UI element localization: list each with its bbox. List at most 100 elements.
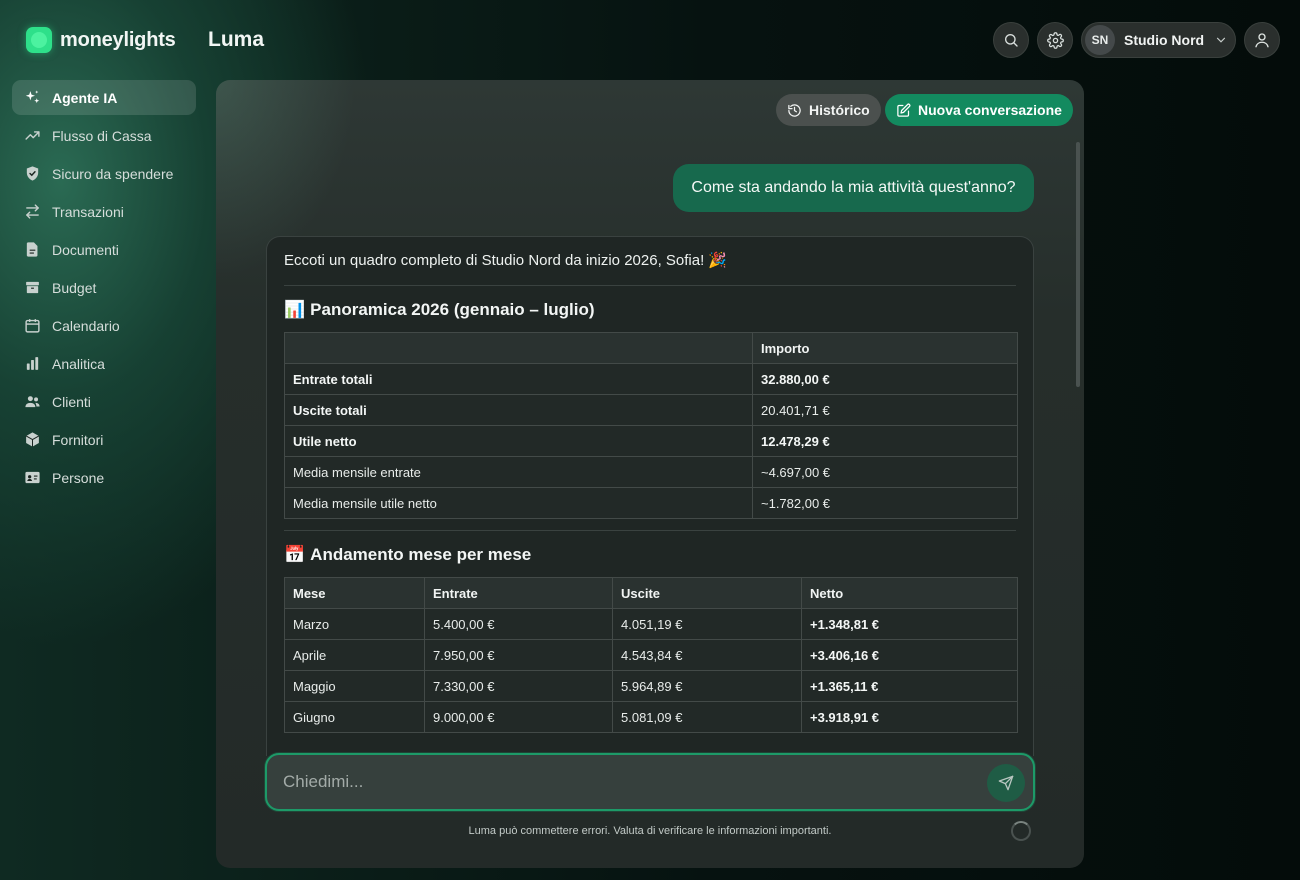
sidebar-item-persone[interactable]: Persone xyxy=(12,460,196,495)
edit-icon xyxy=(897,103,911,117)
table-cell: Uscite totali xyxy=(284,394,753,426)
sidebar-item-budget[interactable]: Budget xyxy=(12,270,196,305)
loading-spinner-icon xyxy=(1011,821,1031,841)
cube-icon xyxy=(25,432,40,447)
sidebar-item-calendario[interactable]: Calendario xyxy=(12,308,196,343)
sidebar-item-flusso-di-cassa[interactable]: Flusso di Cassa xyxy=(12,118,196,153)
sidebar-item-agente-ia[interactable]: Agente IA xyxy=(12,80,196,115)
sidebar-item-label: Agente IA xyxy=(52,89,118,106)
table-header-row: Mese Entrate Uscite Netto xyxy=(284,577,1018,609)
table-cell: 9.000,00 € xyxy=(424,701,613,733)
table-cell: +3.918,91 € xyxy=(801,701,1018,733)
sidebar-item-label: Calendario xyxy=(52,317,120,334)
sidebar-item-label: Analitica xyxy=(52,355,105,372)
table-cell: +1.348,81 € xyxy=(801,608,1018,640)
chat-composer xyxy=(265,753,1035,811)
table-cell: Aprile xyxy=(284,639,425,671)
sidebar-item-label: Clienti xyxy=(52,393,91,410)
arrows-swap-icon xyxy=(26,204,39,219)
account-button[interactable] xyxy=(1244,22,1280,58)
sidebar-item-label: Documenti xyxy=(52,241,119,258)
sidebar-item-clienti[interactable]: Clienti xyxy=(12,384,196,419)
sidebar-item-documenti[interactable]: Documenti xyxy=(12,232,196,267)
history-button[interactable]: Histórico xyxy=(776,94,881,126)
sidebar-item-sicuro-da-spendere[interactable]: Sicuro da spendere xyxy=(12,156,196,191)
section-heading-overview: 📊 Panoramica 2026 (gennaio – luglio) xyxy=(284,300,1016,320)
archive-box-icon xyxy=(26,281,39,294)
table-cell: Media mensile utile netto xyxy=(284,487,753,519)
table-cell: +1.365,11 € xyxy=(801,670,1018,702)
section-title: Andamento mese per mese xyxy=(310,545,532,564)
gear-icon xyxy=(1046,31,1064,49)
table-row: Utile netto 12.478,29 € xyxy=(284,425,1018,457)
table-header-cell xyxy=(284,332,753,364)
chat-panel: Histórico Nuova conversazione Come sta a… xyxy=(216,80,1084,868)
send-button[interactable] xyxy=(987,764,1025,802)
table-header-cell: Netto xyxy=(801,577,1018,609)
sidebar-item-label: Budget xyxy=(52,279,97,296)
assistant-message: Eccoti un quadro completo di Studio Nord… xyxy=(266,236,1034,756)
table-cell: ~4.697,00 € xyxy=(752,456,1018,488)
table-cell: 5.964,89 € xyxy=(612,670,802,702)
org-avatar: SN xyxy=(1085,25,1115,55)
overview-table: Importo Entrate totali 32.880,00 € Uscit… xyxy=(284,332,1018,519)
table-row: Maggio 7.330,00 € 5.964,89 € +1.365,11 € xyxy=(284,670,1018,702)
chat-scrollbar[interactable] xyxy=(1076,142,1080,387)
disclaimer-text: Luma può commettere errori. Valuta di ve… xyxy=(468,825,832,837)
sidebar-item-transazioni[interactable]: Transazioni xyxy=(12,194,196,229)
table-header-cell: Entrate xyxy=(424,577,613,609)
shield-check-icon xyxy=(26,166,39,181)
table-row: Media mensile entrate ~4.697,00 € xyxy=(284,456,1018,488)
table-cell: 4.543,84 € xyxy=(612,639,802,671)
table-row: Giugno 9.000,00 € 5.081,09 € +3.918,91 € xyxy=(284,701,1018,733)
brand-logo[interactable]: moneylights xyxy=(26,27,176,53)
table-row: Aprile 7.950,00 € 4.543,84 € +3.406,16 € xyxy=(284,639,1018,671)
new-conversation-label: Nuova conversazione xyxy=(918,102,1062,118)
search-button[interactable] xyxy=(993,22,1029,58)
users-icon xyxy=(25,396,40,408)
top-bar: moneylights Luma SN Studio Nord xyxy=(0,0,1300,80)
send-icon xyxy=(998,775,1014,791)
sparkles-icon xyxy=(25,90,40,104)
table-cell: Entrate totali xyxy=(284,363,753,395)
table-cell: 7.950,00 € xyxy=(424,639,613,671)
sidebar-item-label: Transazioni xyxy=(52,203,124,220)
new-conversation-button[interactable]: Nuova conversazione xyxy=(885,94,1073,126)
id-card-icon xyxy=(25,471,40,484)
section-title: Panoramica 2026 (gennaio – luglio) xyxy=(310,300,595,319)
chat-input[interactable] xyxy=(283,763,973,801)
table-row: Media mensile utile netto ~1.782,00 € xyxy=(284,487,1018,519)
table-header-cell: Importo xyxy=(752,332,1018,364)
chevron-down-icon xyxy=(1217,37,1226,43)
trend-up-icon xyxy=(25,131,40,140)
table-row: Marzo 5.400,00 € 4.051,19 € +1.348,81 € xyxy=(284,608,1018,640)
settings-button[interactable] xyxy=(1037,22,1073,58)
calendar-emoji-icon: 📅 xyxy=(284,545,306,565)
table-header-cell: Mese xyxy=(284,577,425,609)
organization-switcher[interactable]: SN Studio Nord xyxy=(1081,22,1236,58)
document-icon xyxy=(26,242,38,257)
table-row: Uscite totali 20.401,71 € xyxy=(284,394,1018,426)
app-title: Luma xyxy=(208,28,265,51)
logo-icon xyxy=(26,27,52,53)
table-cell: +3.406,16 € xyxy=(801,639,1018,671)
search-icon xyxy=(1005,34,1018,47)
assistant-intro: Eccoti un quadro completo di Studio Nord… xyxy=(284,252,728,269)
table-cell: Utile netto xyxy=(284,425,753,457)
table-cell: 5.081,09 € xyxy=(612,701,802,733)
divider xyxy=(284,530,1016,531)
table-header-row: Importo xyxy=(284,332,1018,364)
monthly-table: Mese Entrate Uscite Netto Marzo 5.400,00… xyxy=(284,577,1018,733)
sidebar-item-analitica[interactable]: Analitica xyxy=(12,346,196,381)
table-cell: 12.478,29 € xyxy=(752,425,1018,457)
sidebar-item-fornitori[interactable]: Fornitori xyxy=(12,422,196,457)
table-header-cell: Uscite xyxy=(612,577,802,609)
table-cell: Giugno xyxy=(284,701,425,733)
table-cell: 32.880,00 € xyxy=(752,363,1018,395)
table-cell: 7.330,00 € xyxy=(424,670,613,702)
sidebar-item-label: Fornitori xyxy=(52,431,104,448)
history-icon xyxy=(788,103,801,117)
table-cell: Marzo xyxy=(284,608,425,640)
history-label: Histórico xyxy=(809,102,870,118)
table-cell: ~1.782,00 € xyxy=(752,487,1018,519)
